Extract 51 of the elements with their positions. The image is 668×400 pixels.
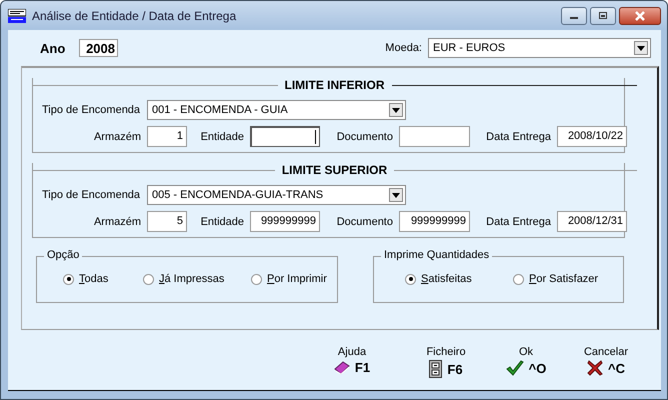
minimize-button[interactable] — [561, 6, 587, 24]
field-label: Documento — [336, 130, 394, 142]
book-icon — [334, 360, 350, 374]
input-field[interactable]: 999999999 — [399, 211, 470, 232]
app-icon — [8, 8, 26, 22]
cabinet-icon — [429, 360, 442, 378]
dropdown-arrow-icon — [392, 192, 400, 198]
group-title: Opção — [44, 249, 82, 261]
currency-label: Moeda: — [385, 42, 422, 54]
field-label: Armazém — [92, 216, 142, 228]
radio-option[interactable]: Já Impressas — [143, 273, 251, 285]
input-field[interactable] — [399, 126, 470, 147]
radio-option[interactable]: Por Satisfazer — [513, 273, 598, 285]
year-label: Ano — [40, 40, 66, 56]
close-button[interactable] — [619, 6, 661, 24]
radio-option[interactable]: Satisfeitas — [405, 273, 513, 285]
cross-icon — [587, 360, 603, 376]
field-label: Documento — [336, 216, 394, 228]
window-title: Análise de Entidade / Data de Entrega — [32, 8, 236, 22]
currency-dropdown[interactable]: EUR - EUROS — [428, 38, 651, 58]
section-title: LIMITE INFERIOR — [284, 78, 386, 92]
input-field[interactable]: 999999999 — [250, 211, 320, 232]
input-field[interactable]: 1 — [147, 126, 187, 147]
field-label: Entidade — [200, 216, 245, 228]
checkmark-icon — [506, 360, 524, 376]
order-type-dropdown[interactable]: 005 - ENCOMENDA-GUIA-TRANS — [147, 185, 406, 205]
radio-option[interactable]: Por Imprimir — [251, 273, 327, 285]
ok-button[interactable]: Ok ^O — [486, 346, 566, 378]
field-label: Entidade — [200, 130, 245, 142]
input-field[interactable] — [250, 126, 320, 147]
dropdown-arrow-icon — [637, 46, 645, 50]
cancel-button[interactable]: Cancelar ^C — [566, 346, 646, 378]
order-type-dropdown[interactable]: 001 - ENCOMENDA - GUIA — [147, 100, 406, 120]
field-label: Armazém — [92, 130, 142, 142]
input-field[interactable]: 2008/12/31 — [557, 211, 627, 232]
close-icon — [633, 10, 647, 22]
help-button[interactable]: Ajuda F1 — [328, 346, 376, 378]
input-field[interactable]: 2008/10/22 — [557, 126, 627, 147]
dropdown-arrow-icon — [392, 108, 400, 112]
order-type-label: Tipo de Encomenda — [42, 104, 142, 116]
input-field[interactable]: 5 — [147, 211, 187, 232]
field-label: Data Entrega — [485, 216, 552, 228]
file-button[interactable]: Ficheiro F6 — [406, 346, 486, 378]
maximize-button[interactable] — [590, 6, 616, 24]
section-title: LIMITE SUPERIOR — [280, 163, 388, 177]
group-title: Imprime Quantidades — [381, 249, 492, 261]
year-field[interactable]: 2008 — [79, 39, 118, 57]
maximize-icon — [597, 10, 609, 20]
radio-option[interactable]: Todas — [63, 273, 143, 285]
field-label: Data Entrega — [485, 130, 552, 142]
order-type-label: Tipo de Encomenda — [42, 189, 142, 201]
